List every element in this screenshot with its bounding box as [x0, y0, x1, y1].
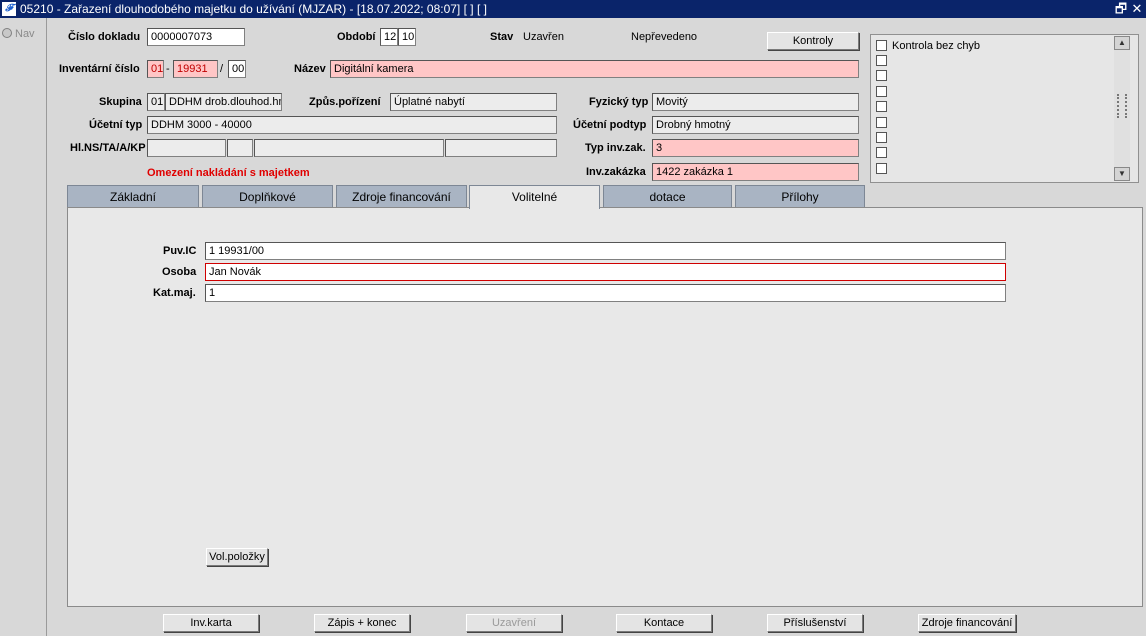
window-title: 05210 - Zařazení dlouhodobého majetku do…: [20, 2, 487, 16]
skupina-name-field[interactable]: DDHM drob.dlouhod.hm: [165, 93, 282, 111]
fyzicky-typ-field[interactable]: Movitý: [652, 93, 859, 111]
inv-cislo-part1-field[interactable]: 01: [147, 60, 164, 78]
left-nav-panel: Nav: [0, 18, 47, 636]
tab-prilohy[interactable]: Přílohy: [735, 185, 865, 208]
checklist-scrollbar[interactable]: ▲ ▼: [1114, 36, 1130, 181]
skupina-code-field[interactable]: 01: [147, 93, 165, 111]
check-kontrola-bez-chyb[interactable]: [876, 40, 887, 51]
title-bar: 𝓕 05210 - Zařazení dlouhodobého majetku …: [0, 0, 1146, 18]
hlns-field-2[interactable]: [227, 139, 253, 157]
omezeni-warning: Omezení nakládání s majetkem: [147, 167, 310, 179]
skupina-label: Skupina: [99, 96, 142, 108]
inv-zakazka-field[interactable]: 1422 zakázka 1: [652, 163, 859, 181]
ucetni-podtyp-field[interactable]: Drobný hmotný: [652, 116, 859, 134]
tab-zdroje-financovani[interactable]: Zdroje financování: [336, 185, 467, 208]
scroll-down-icon[interactable]: ▼: [1114, 167, 1130, 181]
obdobi-year-field[interactable]: 10: [398, 28, 416, 46]
prevod-status: Nepřevedeno: [631, 31, 698, 43]
inventarni-cislo-label: Inventární číslo: [59, 63, 140, 75]
hlns-field-1[interactable]: [147, 139, 226, 157]
radio-icon: [2, 28, 12, 38]
inv-cislo-part3-field[interactable]: 00: [228, 60, 246, 78]
check-label-kontrola-bez-chyb: Kontrola bez chyb: [892, 40, 981, 52]
hlns-label: Hl.NS/TA/A/KP: [70, 142, 146, 154]
tab-volitelne[interactable]: Volitelné: [469, 185, 600, 209]
check-item[interactable]: [876, 117, 887, 128]
tab-dotace[interactable]: dotace: [603, 185, 732, 208]
prislusenstvi-button[interactable]: Příslušenství: [767, 614, 863, 632]
check-item[interactable]: [876, 163, 887, 174]
nazev-field[interactable]: Digitální kamera: [330, 60, 859, 78]
close-window-icon[interactable]: ✕: [1130, 1, 1144, 16]
stav-value: Uzavřen: [523, 31, 564, 43]
check-item[interactable]: [876, 132, 887, 143]
zpusob-porizeni-label: Způs.pořízení: [309, 96, 381, 108]
kontroly-button[interactable]: Kontroly: [767, 32, 859, 50]
check-item[interactable]: [876, 147, 887, 158]
inv-zakazka-label: Inv.zakázka: [586, 166, 646, 178]
zapis-konec-button[interactable]: Zápis + konec: [314, 614, 410, 632]
inv-cislo-separator: -: [166, 63, 170, 75]
zpusob-porizeni-field[interactable]: Úplatné nabytí: [390, 93, 557, 111]
fyzicky-typ-label: Fyzický typ: [589, 96, 649, 108]
osoba-label: Osoba: [162, 266, 197, 278]
uzavreni-button[interactable]: Uzavření: [466, 614, 562, 632]
nazev-label: Název: [294, 63, 326, 75]
cislo-dokladu-label: Číslo dokladu: [68, 31, 141, 43]
obdobi-month-field[interactable]: 12: [380, 28, 398, 46]
inv-cislo-part2-field[interactable]: 19931: [173, 60, 218, 78]
scroll-grip-icon[interactable]: [1117, 94, 1127, 118]
tab-zakladni[interactable]: Základní: [67, 185, 199, 208]
cislo-dokladu-field[interactable]: 0000007073: [147, 28, 245, 46]
zdroje-financovani-button[interactable]: Zdroje financování: [918, 614, 1016, 632]
vol-polozky-button[interactable]: Vol.položky: [206, 548, 268, 566]
restore-window-icon[interactable]: 🗗: [1114, 1, 1128, 16]
puv-ic-label: Puv.IC: [163, 245, 197, 257]
check-item[interactable]: [876, 55, 887, 66]
kat-maj-field[interactable]: 1: [205, 284, 1006, 302]
tab-doplnkove[interactable]: Doplňkové: [202, 185, 333, 208]
kontroly-checklist: Kontrola bez chyb: [870, 34, 1139, 183]
check-item[interactable]: [876, 101, 887, 112]
stav-label: Stav: [490, 31, 514, 43]
hlns-field-3[interactable]: [254, 139, 444, 157]
nav-toggle[interactable]: Nav: [2, 28, 35, 40]
puv-ic-field[interactable]: 1 19931/00: [205, 242, 1006, 260]
kat-maj-label: Kat.maj.: [153, 287, 196, 299]
check-item[interactable]: [876, 86, 887, 97]
ucetni-podtyp-label: Účetní podtyp: [573, 119, 647, 131]
ucetni-typ-field[interactable]: DDHM 3000 - 40000: [147, 116, 557, 134]
osoba-field[interactable]: Jan Novák: [205, 263, 1006, 281]
scroll-up-icon[interactable]: ▲: [1114, 36, 1130, 50]
obdobi-label: Období: [337, 31, 376, 43]
nav-label: Nav: [15, 28, 35, 40]
ucetni-typ-label: Účetní typ: [89, 119, 143, 131]
inv-karta-button[interactable]: Inv.karta: [163, 614, 259, 632]
typ-inv-zak-field[interactable]: 3: [652, 139, 859, 157]
kontace-button[interactable]: Kontace: [616, 614, 712, 632]
hlns-field-4[interactable]: [445, 139, 557, 157]
app-logo-icon: 𝓕: [2, 2, 16, 16]
inv-cislo-slash: /: [220, 63, 224, 75]
check-item[interactable]: [876, 70, 887, 81]
typ-inv-zak-label: Typ inv.zak.: [585, 142, 646, 154]
